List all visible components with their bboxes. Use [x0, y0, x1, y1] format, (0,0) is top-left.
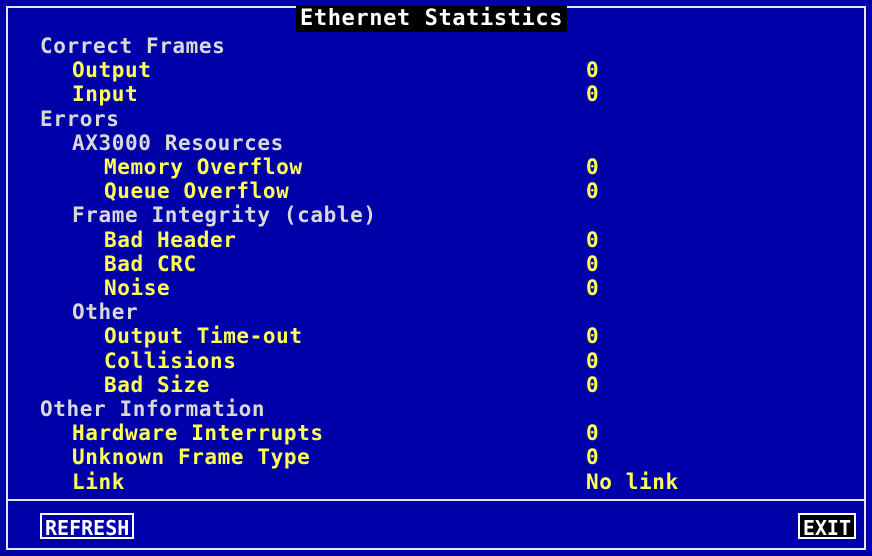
- stat-label: Bad CRC: [104, 251, 197, 276]
- exit-button[interactable]: EXIT: [797, 513, 856, 540]
- stat-row: Queue Overflow 0: [0, 179, 872, 203]
- stat-row: Hardware Interrupts 0: [0, 421, 872, 445]
- stat-row: Unknown Frame Type 0: [0, 445, 872, 469]
- stat-label: Link: [72, 469, 125, 494]
- stat-label: Memory Overflow: [104, 155, 303, 179]
- stat-row: Bad Header 0: [0, 228, 872, 252]
- stat-row: Bad Size 0: [0, 373, 872, 397]
- stat-value: 0: [586, 276, 600, 300]
- section-heading: Other Information: [0, 397, 872, 421]
- window-title: Ethernet Statistics: [296, 6, 568, 32]
- footer-divider: [6, 499, 866, 501]
- section-label: Frame Integrity (cable): [72, 203, 377, 228]
- section-heading: AX3000 Resources: [0, 131, 872, 155]
- section-heading: Correct Frames: [0, 34, 872, 58]
- stat-row: Link No link: [0, 470, 872, 494]
- stat-value: 0: [586, 445, 600, 470]
- section-label: Other Information: [40, 397, 266, 421]
- stat-value: No link: [586, 469, 679, 494]
- stat-label: Queue Overflow: [104, 179, 290, 204]
- stat-label: Output Time-out: [104, 324, 303, 349]
- stat-value: 0: [586, 348, 600, 373]
- section-label: Other: [72, 300, 139, 325]
- stat-row: Output 0: [0, 58, 872, 82]
- stat-row: Collisions 0: [0, 349, 872, 373]
- stat-label: Noise: [104, 276, 171, 300]
- stat-row: Noise 0: [0, 276, 872, 300]
- stat-value: 0: [586, 251, 600, 276]
- section-label: AX3000 Resources: [72, 130, 284, 155]
- stat-label: Collisions: [104, 348, 237, 373]
- stat-row: Bad CRC 0: [0, 252, 872, 276]
- stat-label: Bad Header: [104, 227, 237, 252]
- stat-label: Unknown Frame Type: [72, 445, 311, 470]
- stat-label: Input: [72, 82, 139, 107]
- stat-row: Output Time-out 0: [0, 324, 872, 348]
- stat-value: 0: [586, 58, 600, 83]
- stat-value: 0: [586, 324, 600, 349]
- stat-value: 0: [586, 421, 600, 446]
- stat-label: Bad Size: [104, 372, 210, 397]
- stat-row: Input 0: [0, 82, 872, 106]
- refresh-button[interactable]: REFRESH: [40, 513, 135, 540]
- section-heading: Other: [0, 300, 872, 324]
- stat-value: 0: [586, 82, 600, 107]
- section-label: Errors: [40, 106, 120, 131]
- stat-value: 0: [586, 179, 600, 204]
- stat-label: Hardware Interrupts: [72, 421, 324, 446]
- stat-value: 0: [586, 227, 600, 252]
- section-heading: Frame Integrity (cable): [0, 203, 872, 227]
- stat-label: Output: [72, 58, 152, 83]
- section-heading: Errors: [0, 107, 872, 131]
- stat-value: 0: [586, 372, 600, 397]
- section-label: Correct Frames: [40, 34, 226, 58]
- stat-row: Memory Overflow 0: [0, 155, 872, 179]
- stat-value: 0: [586, 155, 600, 179]
- screen: { "window": { "title": "Ethernet Statist…: [0, 0, 872, 556]
